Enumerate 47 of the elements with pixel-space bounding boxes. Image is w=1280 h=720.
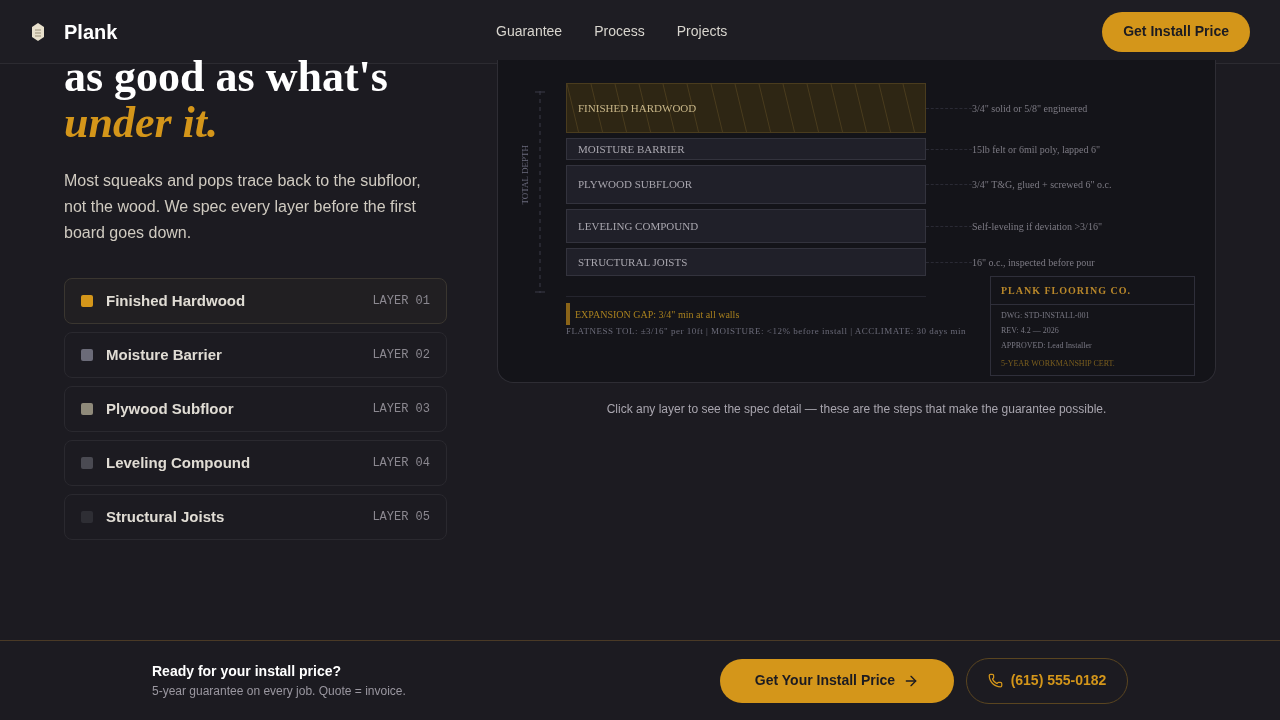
diagram-layer[interactable]: FINISHED HARDWOOD xyxy=(566,83,926,133)
spec-annotation: 16" o.c., inspected before pour xyxy=(972,255,1095,270)
layer-tag: LAYER 05 xyxy=(372,508,430,526)
layer-item[interactable]: Moisture Barrier LAYER 02 xyxy=(64,332,447,378)
install-price-button[interactable]: Get Your Install Price xyxy=(720,658,954,703)
spec-annotation: Self-leveling if deviation >3/16" xyxy=(972,219,1102,234)
nav-link[interactable]: Process xyxy=(594,21,645,42)
tolerance-note: FLATNESS TOL: ±3/16" per 10ft | MOISTURE: <12% before install | ACCLIMATE: 30 days min xyxy=(566,325,966,338)
layer-name: Leveling Compound xyxy=(106,452,251,473)
diagram-layer[interactable]: LEVELING COMPOUND xyxy=(566,209,926,243)
install-price-button[interactable]: Get Install Price xyxy=(1102,11,1250,52)
logo-icon xyxy=(30,21,46,42)
layer-item[interactable]: Leveling Compound LAYER 04 xyxy=(64,440,447,486)
diagram-layer[interactable]: STRUCTURAL JOISTS xyxy=(566,248,926,276)
expansion-note: EXPANSION GAP: 3/4" min at all walls xyxy=(575,307,740,322)
layer-tag: LAYER 04 xyxy=(372,454,430,472)
certificate-label: 5-YEAR WORKMANSHIP CERT. xyxy=(1001,358,1116,370)
drawing-info: REV: 4.2 — 2026 xyxy=(1001,325,1060,337)
nav-link[interactable]: Guarantee xyxy=(496,21,563,42)
footer-subtitle: 5-year guarantee on every job. Quote = invoice. xyxy=(152,683,406,700)
layer-item[interactable]: Structural Joists LAYER 05 xyxy=(64,494,447,540)
layer-tag: LAYER 02 xyxy=(372,346,430,364)
diagram-layer[interactable]: PLYWOOD SUBFLOOR xyxy=(566,165,926,204)
layer-tag: LAYER 03 xyxy=(372,400,430,418)
nav-link[interactable]: Projects xyxy=(676,21,728,42)
headline: as good as what's xyxy=(64,54,389,100)
company-name: PLANK FLOORING CO. xyxy=(991,277,1194,305)
intro-paragraph: Most squeaks and pops trace back to the subfloor, not the wood. We spec every layer before the first board goes down. xyxy=(64,171,422,243)
layer-tag: LAYER 01 xyxy=(372,292,430,310)
drawing-info: APPROVED: Lead Installer xyxy=(1001,340,1093,352)
headline-accent: under it. xyxy=(64,100,220,146)
spec-annotation: 15lb felt or 6mil poly, lapped 6" xyxy=(972,142,1101,157)
footer-title: Ready for your install price? xyxy=(152,662,343,681)
drawing-info: DWG: STD-INSTALL-001 xyxy=(1001,310,1091,322)
diagram-caption: Click any layer to see the spec detail — these are the steps that make the guarantee possible. xyxy=(605,401,1108,418)
diagram-layer[interactable]: MOISTURE BARRIER xyxy=(566,138,926,160)
brand-name: Plank xyxy=(64,19,118,45)
layer-item[interactable]: Plywood Subfloor LAYER 03 xyxy=(64,386,447,432)
spec-annotation: 3/4" solid or 5/8" engineered xyxy=(972,101,1088,116)
spec-annotation: 3/4" T&G, glued + screwed 6" o.c. xyxy=(972,178,1112,192)
depth-label: TOTAL DEPTH xyxy=(519,145,531,205)
layer-item[interactable]: Finished Hardwood LAYER 01 xyxy=(64,278,447,324)
layer-name: Structural Joists xyxy=(106,506,225,527)
phone-icon xyxy=(987,673,1003,688)
layer-name: Plywood Subfloor xyxy=(106,398,234,419)
layer-name: Finished Hardwood xyxy=(106,290,246,311)
layer-name: Moisture Barrier xyxy=(106,344,222,365)
